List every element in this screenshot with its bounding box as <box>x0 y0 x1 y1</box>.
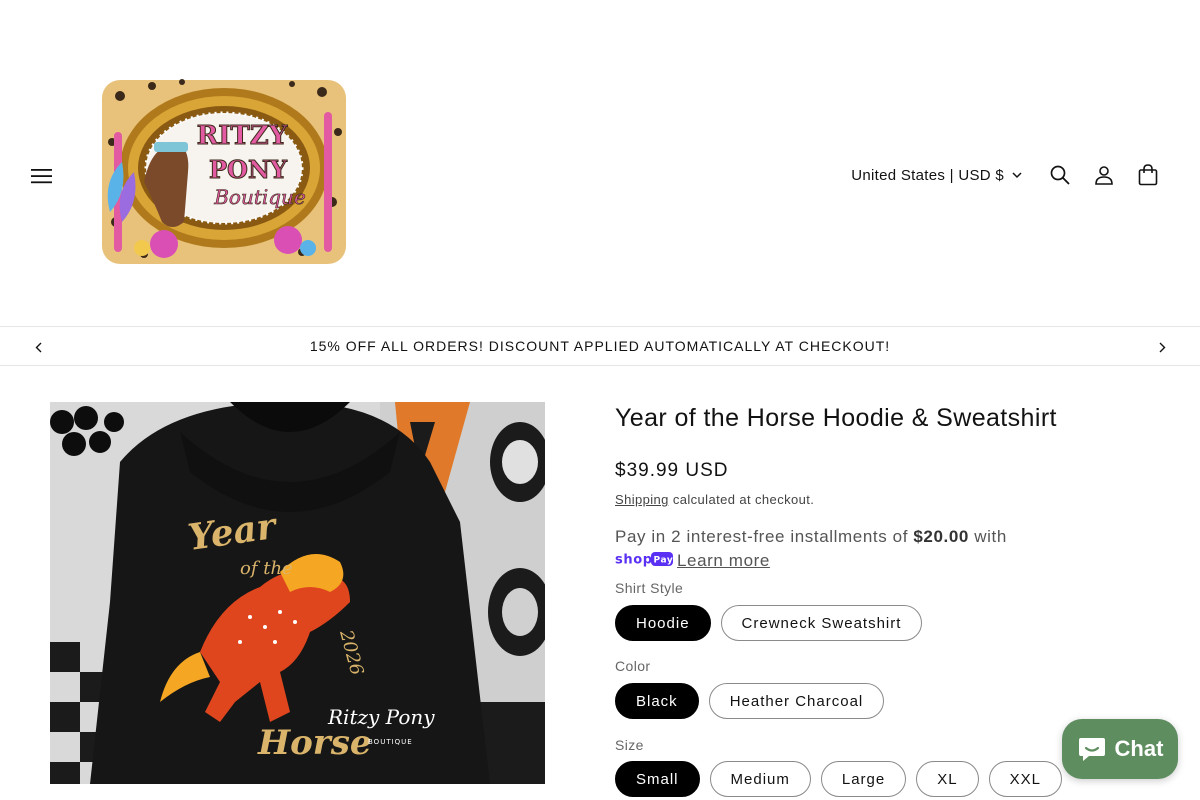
size-option-small[interactable]: Small <box>615 761 700 797</box>
installments-pre: Pay in 2 interest-free installments of <box>615 527 914 546</box>
installments-amount: $20.00 <box>913 527 969 546</box>
hamburger-icon <box>31 169 52 184</box>
account-button[interactable] <box>1082 155 1126 195</box>
installments-post: with <box>968 527 1007 546</box>
svg-text:Boutique: Boutique <box>213 185 306 209</box>
color-option-black[interactable]: Black <box>615 683 699 719</box>
product-price: $39.99 USD <box>615 460 729 481</box>
style-option-hoodie[interactable]: Hoodie <box>615 605 711 641</box>
color-option-heather-charcoal[interactable]: Heather Charcoal <box>708 683 885 719</box>
svg-text:of the: of the <box>240 558 293 579</box>
shop-pay-logo-icon: shop Pay <box>615 550 673 574</box>
style-option-crewneck[interactable]: Crewneck Sweatshirt <box>720 605 923 641</box>
announcement-bar: 15% OFF ALL ORDERS! DISCOUNT APPLIED AUT… <box>0 326 1200 366</box>
shop-pay-installments: Pay in 2 interest-free installments of $… <box>615 525 1175 574</box>
svg-text:PONY: PONY <box>209 155 288 184</box>
shipping-note: Shipping calculated at checkout. <box>615 492 1175 507</box>
svg-text:Ritzy Pony: Ritzy Pony <box>327 705 435 729</box>
svg-text:Pay: Pay <box>654 555 674 565</box>
site-header: RITZY PONY Boutique United States | USD … <box>0 0 1200 326</box>
cart-icon <box>1138 164 1158 186</box>
chat-bubble-icon <box>1078 738 1105 761</box>
menu-button[interactable] <box>24 158 60 194</box>
size-option-xl[interactable]: XL <box>916 761 979 797</box>
chat-label: Chat <box>1114 736 1164 761</box>
chevron-left-icon <box>35 342 41 352</box>
account-icon <box>1095 166 1113 185</box>
size-option-medium[interactable]: Medium <box>709 761 811 797</box>
cart-button[interactable] <box>1126 155 1170 195</box>
chat-button[interactable]: Chat <box>1062 719 1178 779</box>
shipping-link[interactable]: Shipping <box>615 492 669 507</box>
chevron-right-icon <box>1159 342 1165 352</box>
svg-text:Horse: Horse <box>257 723 372 763</box>
product-info: Year of the Horse Hoodie & Sweatshirt $3… <box>615 402 1175 797</box>
size-picker: Size Small Medium Large XL XXL <box>615 737 1062 797</box>
product-title: Year of the Horse Hoodie & Sweatshirt <box>615 404 1057 432</box>
country-currency-selector[interactable]: United States | USD $ <box>851 167 1022 184</box>
svg-text:BOUTIQUE: BOUTIQUE <box>368 738 413 746</box>
store-logo[interactable]: RITZY PONY Boutique <box>92 72 356 272</box>
search-button[interactable] <box>1038 155 1082 195</box>
header-actions: United States | USD $ <box>851 155 1170 195</box>
size-option-xxl[interactable]: XXL <box>988 761 1062 797</box>
size-option-large[interactable]: Large <box>820 761 907 797</box>
shirt-style-picker: Shirt Style Hoodie Crewneck Sweatshirt <box>615 580 923 641</box>
search-icon <box>1050 165 1070 185</box>
learn-more-link[interactable]: Learn more <box>677 551 770 570</box>
color-picker: Color Black Heather Charcoal <box>615 658 885 719</box>
svg-text:shop: shop <box>615 552 653 567</box>
announcement-prev-button[interactable] <box>26 336 50 358</box>
product-image[interactable]: Year of the Horse 2026 Ritzy Pony BOUTIQ… <box>50 402 545 784</box>
announcement-text: 15% OFF ALL ORDERS! DISCOUNT APPLIED AUT… <box>309 338 891 354</box>
announcement-next-button[interactable] <box>1150 336 1174 358</box>
shirt-style-label: Shirt Style <box>615 580 684 596</box>
color-label: Color <box>615 658 651 674</box>
chevron-down-icon <box>1012 171 1022 178</box>
svg-text:RITZY: RITZY <box>197 121 288 151</box>
shipping-note-text: calculated at checkout. <box>668 492 815 507</box>
locale-label: United States | USD $ <box>851 166 1004 184</box>
size-label: Size <box>615 737 644 753</box>
